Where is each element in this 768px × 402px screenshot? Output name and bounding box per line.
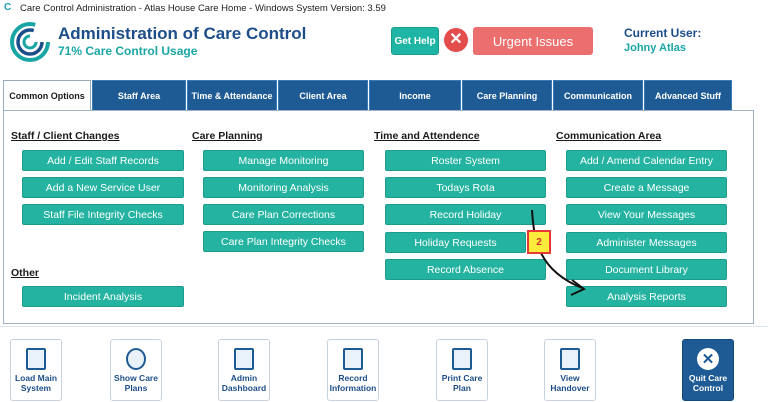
tab-communication[interactable]: Communication xyxy=(553,80,643,110)
record-absence-button[interactable]: Record Absence xyxy=(385,259,546,280)
search-plans-icon xyxy=(126,348,146,370)
bottom-label-line1: View xyxy=(560,373,580,383)
window-title: Care Control Administration - Atlas Hous… xyxy=(20,2,386,14)
heading-care-planning: Care Planning xyxy=(192,130,263,142)
printer-icon xyxy=(452,348,472,370)
bottom-label-line1: Record xyxy=(338,373,368,383)
view-messages-button[interactable]: View Your Messages xyxy=(566,204,727,225)
current-user-name: Johny Atlas xyxy=(624,42,686,54)
main-tabs: Common Options Staff Area Time & Attenda… xyxy=(3,80,733,111)
tab-time-attendance[interactable]: Time & Attendance xyxy=(187,80,277,110)
get-help-button[interactable]: Get Help xyxy=(391,27,439,55)
load-main-system-button[interactable]: Load Main System xyxy=(10,339,62,401)
tab-income[interactable]: Income xyxy=(369,80,461,110)
heading-other: Other xyxy=(11,267,40,279)
quit-care-control-button[interactable]: ✕ Quit Care Control xyxy=(682,339,734,401)
create-message-button[interactable]: Create a Message xyxy=(566,177,727,198)
care-control-logo-icon xyxy=(10,22,50,62)
record-holiday-button[interactable]: Record Holiday xyxy=(385,204,546,225)
page-title: Administration of Care Control xyxy=(58,24,307,43)
roster-system-button[interactable]: Roster System xyxy=(385,150,546,171)
tab-client-area[interactable]: Client Area xyxy=(278,80,368,110)
bottom-label-line2: Plan xyxy=(453,383,471,393)
dashboard-grid-icon xyxy=(234,348,254,370)
analysis-reports-button[interactable]: Analysis Reports xyxy=(566,286,727,307)
manage-monitoring-button[interactable]: Manage Monitoring xyxy=(203,150,364,171)
app-header: Administration of Care Control 71% Care … xyxy=(0,16,768,70)
current-user-label: Current User: xyxy=(624,26,702,40)
callout-number-badge: 2 xyxy=(527,230,551,254)
close-icon[interactable]: ✕ xyxy=(444,28,468,52)
bottom-label-line2: Plans xyxy=(124,383,148,393)
incident-analysis-button[interactable]: Incident Analysis xyxy=(22,286,184,307)
view-handover-button[interactable]: View Handover xyxy=(544,339,596,401)
bottom-label-line1: Show Care xyxy=(114,373,158,383)
todays-rota-button[interactable]: Todays Rota xyxy=(385,177,546,198)
care-plan-integrity-button[interactable]: Care Plan Integrity Checks xyxy=(203,231,364,252)
document-list-icon xyxy=(560,348,580,370)
bottom-label-line1: Load Main xyxy=(14,373,58,383)
record-information-button[interactable]: Record Information xyxy=(327,339,379,401)
heading-communication-area: Communication Area xyxy=(556,130,662,142)
bottom-label-line1: Admin xyxy=(230,373,258,383)
monitoring-analysis-button[interactable]: Monitoring Analysis xyxy=(203,177,364,198)
bottom-label-line1: Print Care xyxy=(441,373,483,383)
staff-file-integrity-button[interactable]: Staff File Integrity Checks xyxy=(22,204,184,225)
document-library-button[interactable]: Document Library xyxy=(566,259,727,280)
calendar-entry-button[interactable]: Add / Amend Calendar Entry xyxy=(566,150,727,171)
show-care-plans-button[interactable]: Show Care Plans xyxy=(110,339,162,401)
heading-staff-client-changes: Staff / Client Changes xyxy=(11,130,120,142)
add-edit-staff-records-button[interactable]: Add / Edit Staff Records xyxy=(22,150,184,171)
tab-common-options[interactable]: Common Options xyxy=(3,80,91,111)
holiday-requests-button[interactable]: Holiday Requests xyxy=(385,232,526,253)
tab-care-planning[interactable]: Care Planning xyxy=(462,80,552,110)
bottom-label-line2: System xyxy=(20,383,52,393)
urgent-issues-button[interactable]: Urgent Issues xyxy=(473,27,593,55)
download-box-icon xyxy=(26,348,46,370)
heading-time-attendence: Time and Attendence xyxy=(374,130,480,142)
usage-subtitle: 71% Care Control Usage xyxy=(58,44,198,58)
add-service-user-button[interactable]: Add a New Service User xyxy=(22,177,184,198)
tab-staff-area[interactable]: Staff Area xyxy=(92,80,186,110)
administer-messages-button[interactable]: Administer Messages xyxy=(566,232,727,253)
bottom-label-line2: Handover xyxy=(550,383,590,393)
bottom-label-line1: Quit Care xyxy=(688,373,728,383)
bottom-toolbar: Load Main System Show Care Plans Admin Dash… xyxy=(0,326,768,402)
app-icon: C xyxy=(4,2,12,13)
tab-advanced-stuff[interactable]: Advanced Stuff xyxy=(644,80,732,110)
bottom-label-line2: Control xyxy=(692,383,724,393)
care-plan-corrections-button[interactable]: Care Plan Corrections xyxy=(203,204,364,225)
close-circle-icon: ✕ xyxy=(697,348,719,370)
bottom-label-line2: Information xyxy=(329,383,377,393)
window-titlebar: C Care Control Administration - Atlas Ho… xyxy=(0,0,768,16)
record-edit-icon xyxy=(343,348,363,370)
print-care-plan-button[interactable]: Print Care Plan xyxy=(436,339,488,401)
admin-dashboard-button[interactable]: Admin Dashboard xyxy=(218,339,270,401)
bottom-label-line2: Dashboard xyxy=(221,383,267,393)
